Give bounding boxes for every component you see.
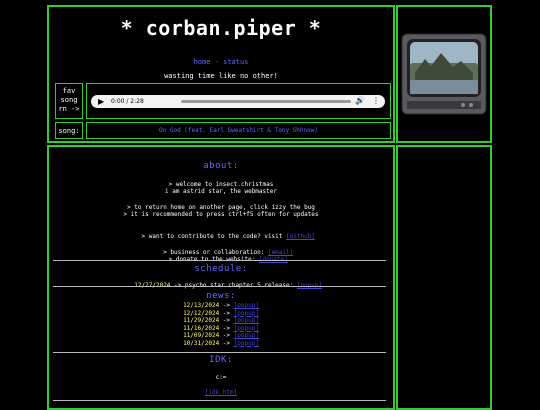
idk-line: [idk.htm] xyxy=(49,389,393,396)
seek-bar[interactable] xyxy=(181,100,351,103)
news-arrow: -> xyxy=(219,309,234,317)
news-item: 11/16/2024 -> [popup] xyxy=(49,325,393,332)
news-heading: news: xyxy=(206,291,236,301)
song-title-link[interactable]: On God (feat. Earl Sweatshirt & Tony Shh… xyxy=(87,127,390,134)
about-heading: about: xyxy=(203,161,239,171)
news-arrow: -> xyxy=(219,317,234,324)
time-display: 0:00 / 2:28 xyxy=(111,98,144,105)
news-arrow: -> xyxy=(219,324,234,332)
news-popup-link[interactable]: [popup] xyxy=(234,310,259,317)
audio-player[interactable]: ▶ 0:00 / 2:28 🔊 ⋮ xyxy=(91,95,385,108)
idk-heading: IDK: xyxy=(209,355,233,365)
side-frame xyxy=(396,145,492,410)
news-date: 12/12/2024 xyxy=(183,309,220,317)
volume-icon[interactable]: 🔊 xyxy=(355,96,365,105)
news-date: 11/16/2024 xyxy=(183,324,220,332)
github-link[interactable]: [github] xyxy=(286,233,315,240)
news-popup-link[interactable]: [popup] xyxy=(234,302,259,309)
main-frame: about: > welcome to insect.christmas i a… xyxy=(47,145,395,410)
about-line-4: > it is recommended to press ctrl+f5 oft… xyxy=(123,211,319,218)
contribute-text: > want to contribute to the code? visit xyxy=(141,233,287,240)
news-popup-link[interactable]: [popup] xyxy=(234,317,259,324)
about-line-1: > welcome to insect.christmas xyxy=(168,181,274,188)
divider xyxy=(53,400,386,401)
news-popup-link[interactable]: [popup] xyxy=(234,325,259,332)
news-arrow: -> xyxy=(219,302,234,309)
tagline: wasting time like no other! xyxy=(164,72,278,80)
tv-image xyxy=(401,33,487,115)
news-arrow: -> xyxy=(219,339,234,347)
song-label: song: xyxy=(58,127,80,135)
fav-song-label: fav song rn -> xyxy=(58,87,80,113)
news-item: 10/31/2024 -> [popup] xyxy=(49,340,393,347)
player-cell: ▶ 0:00 / 2:28 🔊 ⋮ xyxy=(86,83,391,119)
about-line-2: i am astrid star, the webmaster xyxy=(165,188,277,195)
idk-text: c:= xyxy=(215,374,227,381)
fav-label-cell: fav song rn -> xyxy=(55,83,83,119)
idk-link[interactable]: [idk.htm] xyxy=(205,389,238,396)
news-date: 11/29/2024 xyxy=(183,317,220,324)
song-title-cell: On God (feat. Earl Sweatshirt & Tony Shh… xyxy=(86,122,391,139)
news-date: 11/09/2024 xyxy=(183,332,220,339)
song-label-cell: song: xyxy=(55,122,83,139)
header-frame: * corban.piper * home - status wasting t… xyxy=(47,5,395,143)
news-item: 12/12/2024 -> [popup] xyxy=(49,310,393,317)
divider xyxy=(53,352,386,353)
divider xyxy=(53,286,386,287)
more-options-icon[interactable]: ⋮ xyxy=(372,96,380,105)
divider xyxy=(53,260,386,261)
news-arrow: -> xyxy=(219,332,234,339)
news-item: 11/29/2024 -> [popup] xyxy=(49,317,393,324)
about-line-3: > to return home on another page, click … xyxy=(127,204,315,211)
news-popup-link[interactable]: [popup] xyxy=(234,332,259,339)
news-date: 12/13/2024 xyxy=(183,302,220,309)
news-item: 11/09/2024 -> [popup] xyxy=(49,332,393,339)
news-date: 10/31/2024 xyxy=(183,339,220,347)
schedule-heading: schedule: xyxy=(194,264,248,274)
site-title: * corban.piper * xyxy=(120,16,322,40)
news-popup-link[interactable]: [popup] xyxy=(234,340,259,347)
news-item: 12/13/2024 -> [popup] xyxy=(49,302,393,309)
nav-links[interactable]: home - status xyxy=(49,58,393,66)
play-icon[interactable]: ▶ xyxy=(98,97,104,106)
